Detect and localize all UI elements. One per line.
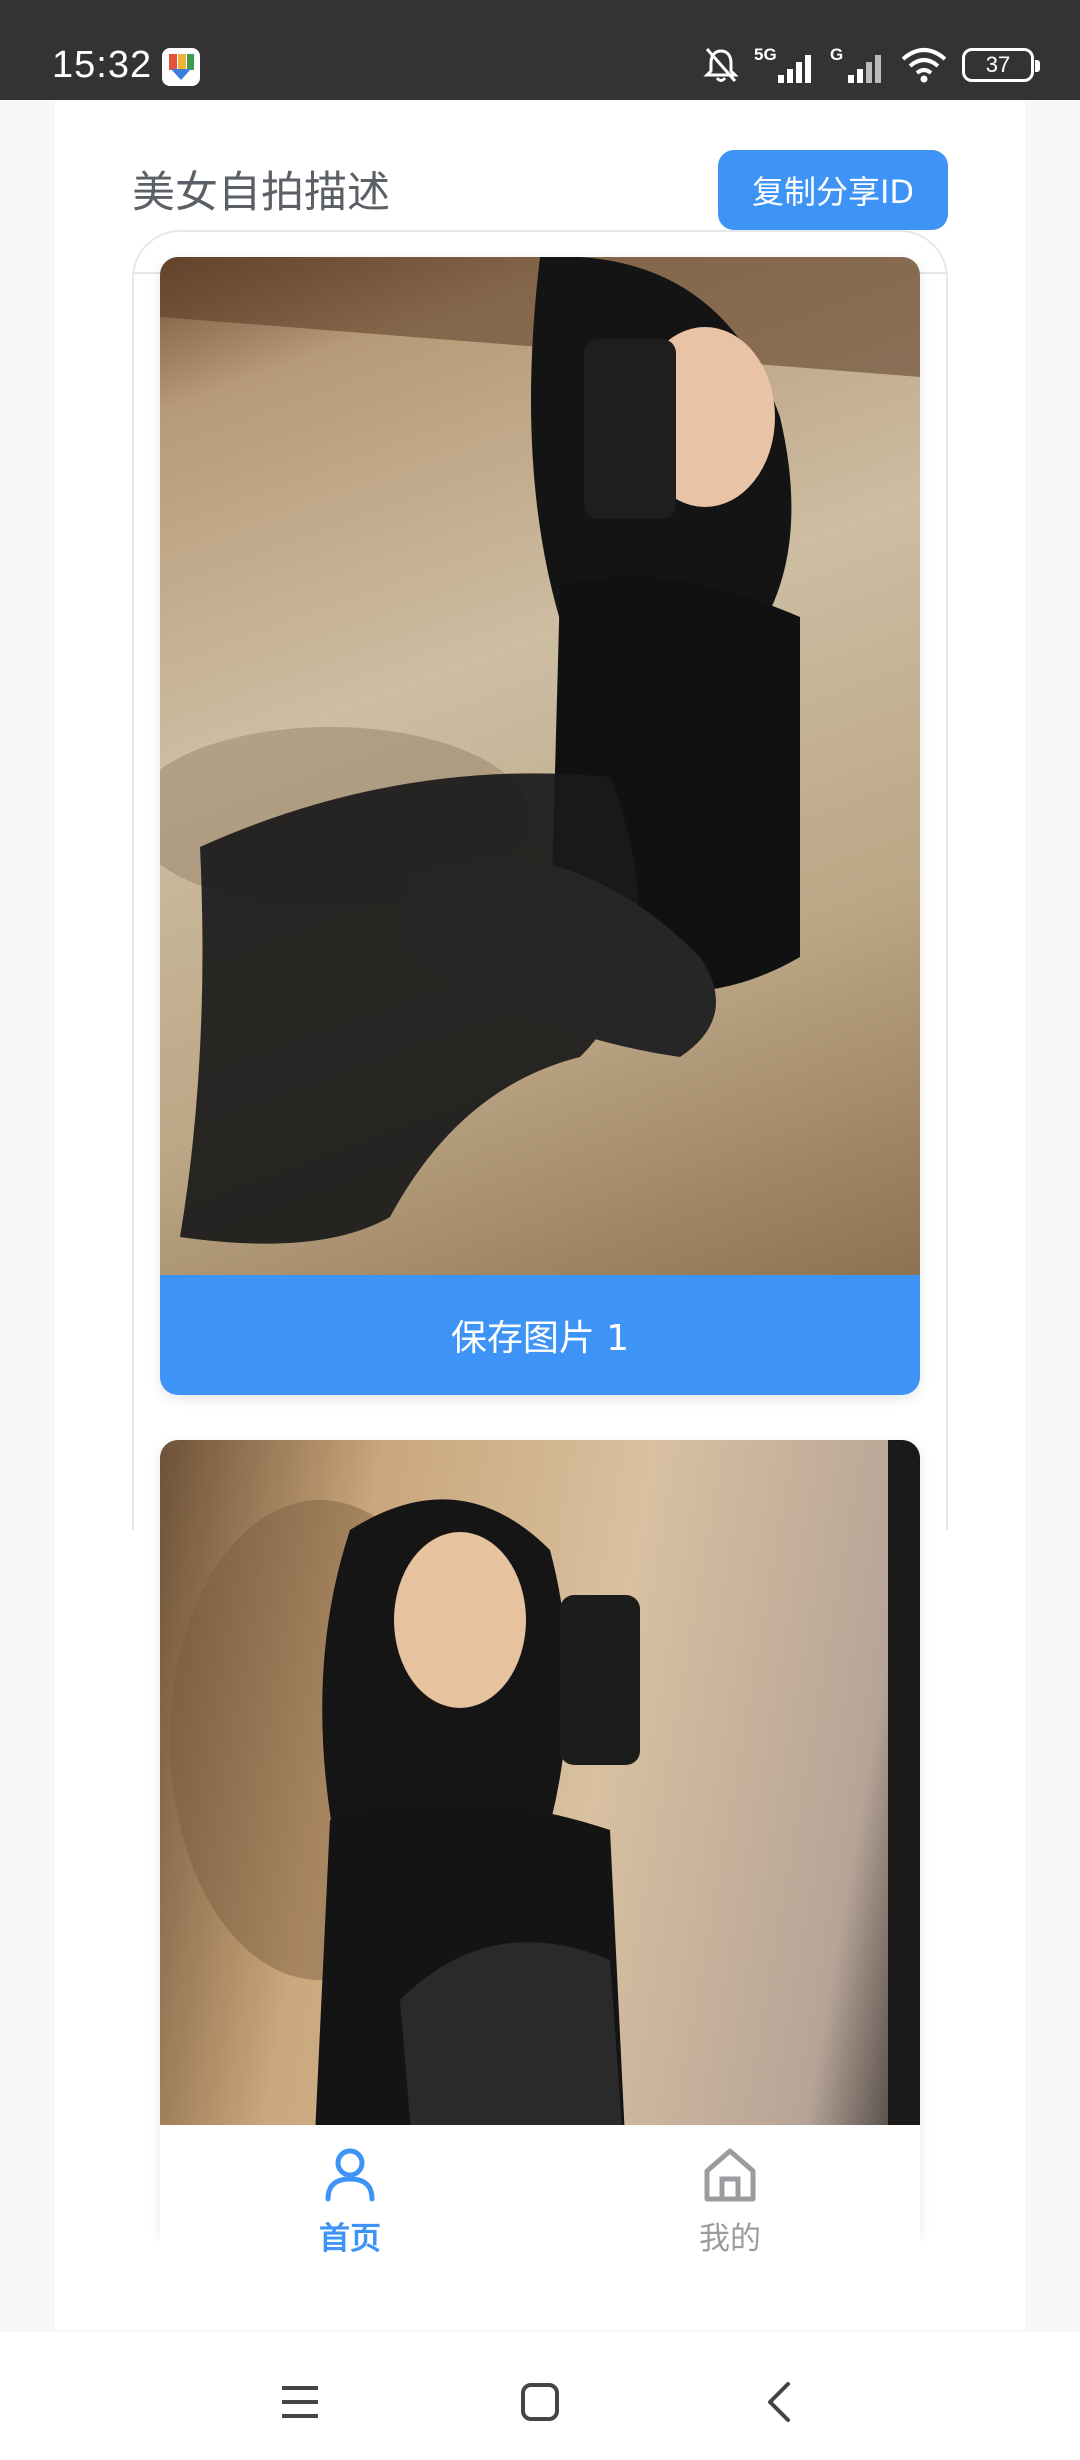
page-title: 美女自拍描述 bbox=[132, 168, 390, 218]
app-notification-icon bbox=[162, 48, 200, 86]
home-square-icon bbox=[521, 2383, 559, 2421]
status-time: 15:32 bbox=[52, 44, 153, 86]
copy-share-id-button[interactable]: 复制分享ID bbox=[718, 150, 948, 230]
signal-g-icon: G bbox=[830, 45, 886, 85]
battery-icon: 37 bbox=[962, 48, 1040, 82]
menu-icon bbox=[282, 2386, 318, 2418]
tab-home-label: 首页 bbox=[319, 2221, 381, 2257]
image-card: 保存图片 1 bbox=[160, 257, 920, 1395]
save-image-button[interactable]: 保存图片 1 bbox=[160, 1275, 920, 1395]
selfie-photo[interactable] bbox=[160, 1440, 920, 2240]
system-nav-bar bbox=[0, 2332, 1080, 2460]
status-bar: 15:32 5G G 37 bbox=[0, 0, 1080, 100]
bell-muted-icon bbox=[703, 48, 739, 82]
user-icon bbox=[325, 2148, 375, 2202]
status-icons: 5G G 37 bbox=[702, 44, 1040, 86]
back-icon bbox=[768, 2382, 790, 2422]
bottom-tab-bar: 首页 我的 bbox=[160, 2125, 920, 2277]
tab-home[interactable]: 首页 bbox=[160, 2125, 540, 2277]
tab-mine-label: 我的 bbox=[699, 2221, 761, 2257]
wifi-icon bbox=[901, 48, 947, 83]
image-card bbox=[160, 1440, 920, 2240]
battery-level: 37 bbox=[985, 52, 1011, 77]
tab-mine[interactable]: 我的 bbox=[540, 2125, 920, 2277]
menu-button[interactable] bbox=[260, 2362, 340, 2442]
home-nav-button[interactable] bbox=[500, 2362, 580, 2442]
signal-5g-icon: 5G bbox=[754, 45, 816, 85]
back-button[interactable] bbox=[740, 2362, 820, 2442]
home-icon bbox=[704, 2148, 756, 2202]
selfie-photo[interactable] bbox=[160, 257, 920, 1275]
